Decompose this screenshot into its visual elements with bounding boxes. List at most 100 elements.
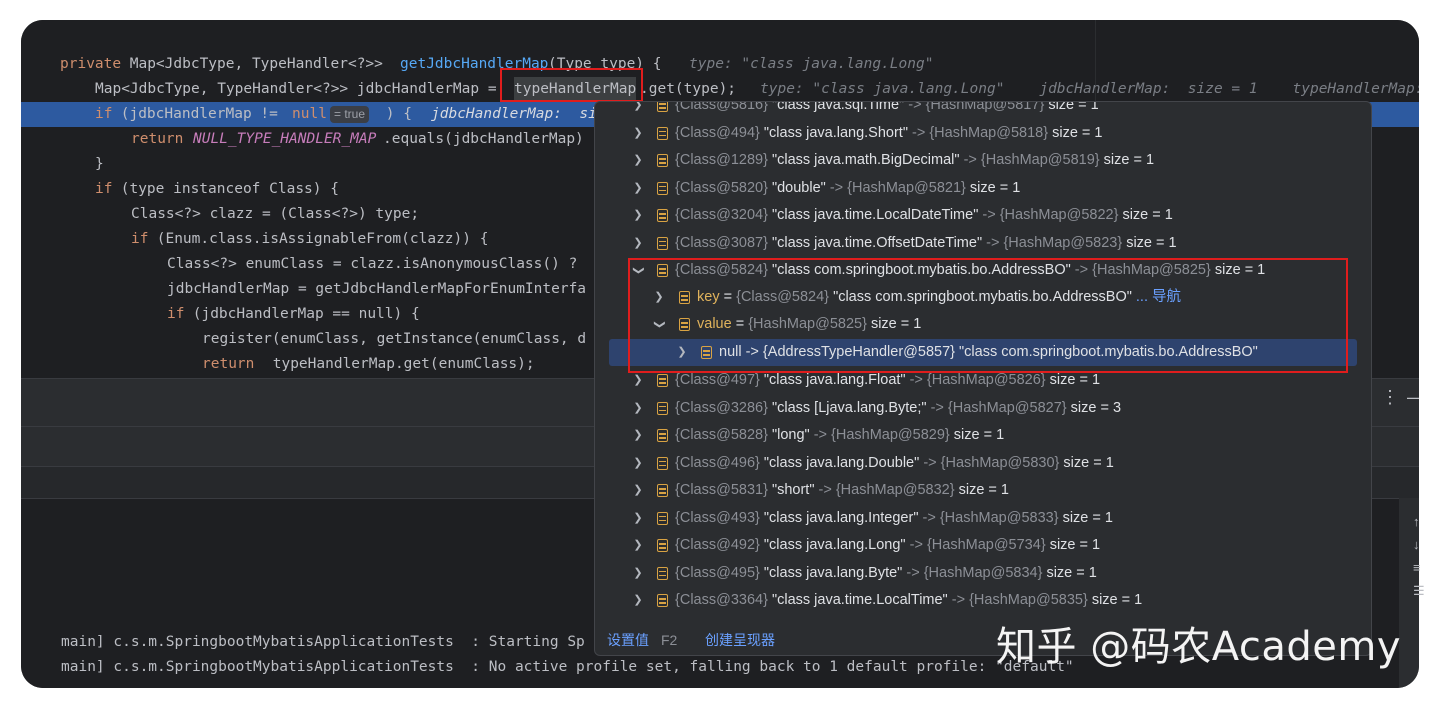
tree-row[interactable]: ❯ {Class@5820} "double" -> {HashMap@5821}…	[595, 175, 1371, 202]
entry-text: {Class@492} "class java.lang.Long" -> {H…	[675, 532, 1100, 559]
tree-row[interactable]: ❯ {Class@3364} "class java.time.LocalTime…	[595, 587, 1371, 614]
code-text: Class<?> clazz = (Class<?>) type;	[131, 206, 420, 222]
arrow-separator: ->	[986, 234, 1000, 251]
expand-arrow-icon[interactable]: ❯	[632, 147, 644, 174]
code-text: register(enumClass, getInstance(enumClas…	[202, 331, 587, 347]
minimize-icon[interactable]: —	[1407, 387, 1419, 408]
object-size: size = 1	[1052, 124, 1103, 141]
object-id: {Class@494}	[675, 124, 760, 141]
tree-row[interactable]: ❯ {Class@5828} "long" -> {HashMap@5829} s…	[595, 422, 1371, 449]
inline-debug-hint: type: "class java.lang.Long" jdbcHandler…	[760, 81, 1419, 97]
object-id: {Class@496}	[675, 454, 760, 471]
variable-inspector-popup[interactable]: ❯ {Class@5816} "class java.sql.Time" -> {…	[594, 101, 1372, 656]
tree-row[interactable]: ❯ {Class@492} "class java.lang.Long" -> {…	[595, 532, 1371, 559]
expand-arrow-icon[interactable]: ❯	[632, 202, 644, 229]
object-value: "class java.math.BigDecimal"	[771, 152, 960, 168]
object-id: {Class@1289}	[675, 152, 768, 168]
keyword: if	[95, 181, 113, 197]
arrow-separator: ->	[930, 399, 944, 416]
object-ref: {HashMap@5833}	[939, 509, 1059, 526]
tree-row[interactable]: ❯ {Class@495} "class java.lang.Byte" -> {…	[595, 560, 1371, 587]
tree-row[interactable]: ❯ {Class@5816} "class java.sql.Time" -> {…	[595, 101, 1371, 119]
tree-row[interactable]: ❯ {Class@494} "class java.lang.Short" -> …	[595, 120, 1371, 147]
code-text: .get(type);	[640, 81, 737, 97]
expand-arrow-icon[interactable]: ❯	[632, 395, 644, 422]
filter-icon[interactable]: ☰	[1413, 579, 1425, 602]
expand-arrow-icon[interactable]: ❯	[632, 477, 644, 504]
arrow-separator: ->	[908, 101, 922, 113]
object-id: {Class@5816}	[675, 101, 768, 113]
object-ref: {HashMap@5817}	[925, 101, 1045, 113]
object-value: "class java.lang.Integer"	[763, 509, 919, 526]
keyword: private	[60, 56, 122, 72]
tree-row[interactable]: ❯ {Class@3087} "class java.time.OffsetDat…	[595, 230, 1371, 257]
entry-text: {Class@3364} "class java.time.LocalTime"…	[675, 587, 1142, 614]
keyword: return	[131, 131, 184, 147]
object-size: size = 1	[1062, 509, 1113, 526]
expand-arrow-icon[interactable]: ❯	[632, 230, 644, 257]
arrow-separator: ->	[951, 592, 966, 608]
soft-wrap-icon[interactable]: ≡	[1413, 556, 1425, 579]
field-icon	[657, 209, 668, 222]
code-line-1[interactable]: private Map<JdbcType, TypeHandler<?>> ge…	[21, 52, 1419, 77]
expand-arrow-icon[interactable]: ❯	[632, 560, 644, 587]
expand-arrow-icon[interactable]: ❯	[632, 505, 644, 532]
code-line-2[interactable]: Map<JdbcType, TypeHandler<?>> jdbcHandle…	[21, 77, 1419, 102]
tree-row[interactable]: ❯ {Class@496} "class java.lang.Double" ->…	[595, 450, 1371, 477]
object-ref: {HashMap@5822}	[999, 207, 1119, 223]
tree-row[interactable]: ❯ {Class@3204} "class java.time.LocalDate…	[595, 202, 1371, 229]
tree-row[interactable]: ❯ {Class@3286} "class [Ljava.lang.Byte;" …	[595, 395, 1371, 422]
inline-debug-hint: type: "class java.lang.Long"	[689, 56, 934, 72]
constant: NULL_TYPE_HANDLER_MAP	[193, 131, 377, 147]
object-value: "class [Ljava.lang.Byte;"	[771, 399, 927, 416]
object-value: "class java.lang.Long"	[763, 537, 906, 553]
field-icon	[657, 102, 668, 112]
object-size: size = 1	[1046, 564, 1097, 581]
entry-text: {Class@493} "class java.lang.Integer" ->…	[675, 505, 1113, 532]
expand-arrow-icon[interactable]: ❯	[632, 120, 644, 147]
scroll-up-icon[interactable]: ↑	[1413, 510, 1425, 533]
object-id: {Class@5820}	[675, 179, 768, 196]
more-options-icon[interactable]: ⋮	[1381, 387, 1399, 408]
set-value-link[interactable]: 设置值	[607, 625, 649, 655]
expand-arrow-icon[interactable]: ❯	[632, 532, 644, 559]
object-ref: {HashMap@5835}	[969, 592, 1088, 608]
watermark-text: 知乎 @码农Academy	[996, 624, 1402, 670]
keyword: return	[202, 356, 255, 372]
object-size: size = 3	[1070, 399, 1122, 416]
object-ref: {HashMap@5827}	[947, 399, 1067, 416]
object-value: "class java.time.LocalDateTime"	[771, 207, 979, 223]
expand-arrow-icon[interactable]: ❯	[632, 102, 644, 119]
object-ref: {HashMap@5832}	[835, 482, 955, 498]
expand-arrow-icon[interactable]: ❯	[632, 450, 644, 477]
object-value: "class java.lang.Byte"	[763, 564, 903, 581]
tree-row[interactable]: ❯ {Class@1289} "class java.math.BigDecima…	[595, 147, 1371, 174]
object-size: size = 1	[1049, 537, 1101, 553]
field-icon	[657, 539, 668, 552]
object-size: size = 1	[953, 427, 1005, 443]
expand-arrow-icon[interactable]: ❯	[632, 587, 644, 614]
arrow-separator: ->	[922, 509, 936, 526]
expand-arrow-icon[interactable]: ❯	[632, 175, 644, 202]
object-size: size = 1	[958, 482, 1009, 498]
entry-text: {Class@3087} "class java.time.OffsetDate…	[675, 230, 1177, 257]
scroll-down-icon[interactable]: ↓	[1413, 533, 1425, 556]
field-icon	[657, 566, 668, 580]
field-icon	[657, 511, 668, 525]
field-icon	[657, 401, 668, 415]
keyword: if	[167, 306, 185, 322]
object-id: {Class@495}	[675, 564, 760, 581]
code-text: Map<JdbcType, TypeHandler<?>> jdbcHandle…	[95, 81, 506, 97]
create-renderer-link[interactable]: 创建呈现器	[705, 625, 775, 655]
arrow-separator: ->	[813, 427, 827, 443]
arrow-separator: ->	[963, 152, 977, 168]
console-line: main] c.s.m.SpringbootMybatisApplication…	[61, 659, 1074, 675]
code-text: Class<?> enumClass = clazz.isAnonymousCl…	[167, 256, 578, 272]
code-text: (jdbcHandlerMap !=	[112, 106, 287, 122]
keyword: if	[95, 106, 113, 122]
object-size: size = 1	[1048, 101, 1099, 113]
tree-row[interactable]: ❯ {Class@493} "class java.lang.Integer" -…	[595, 505, 1371, 532]
expand-arrow-icon[interactable]: ❯	[632, 422, 644, 449]
object-size: size = 1	[1091, 592, 1143, 608]
tree-row[interactable]: ❯ {Class@5831} "short" -> {HashMap@5832} …	[595, 477, 1371, 504]
